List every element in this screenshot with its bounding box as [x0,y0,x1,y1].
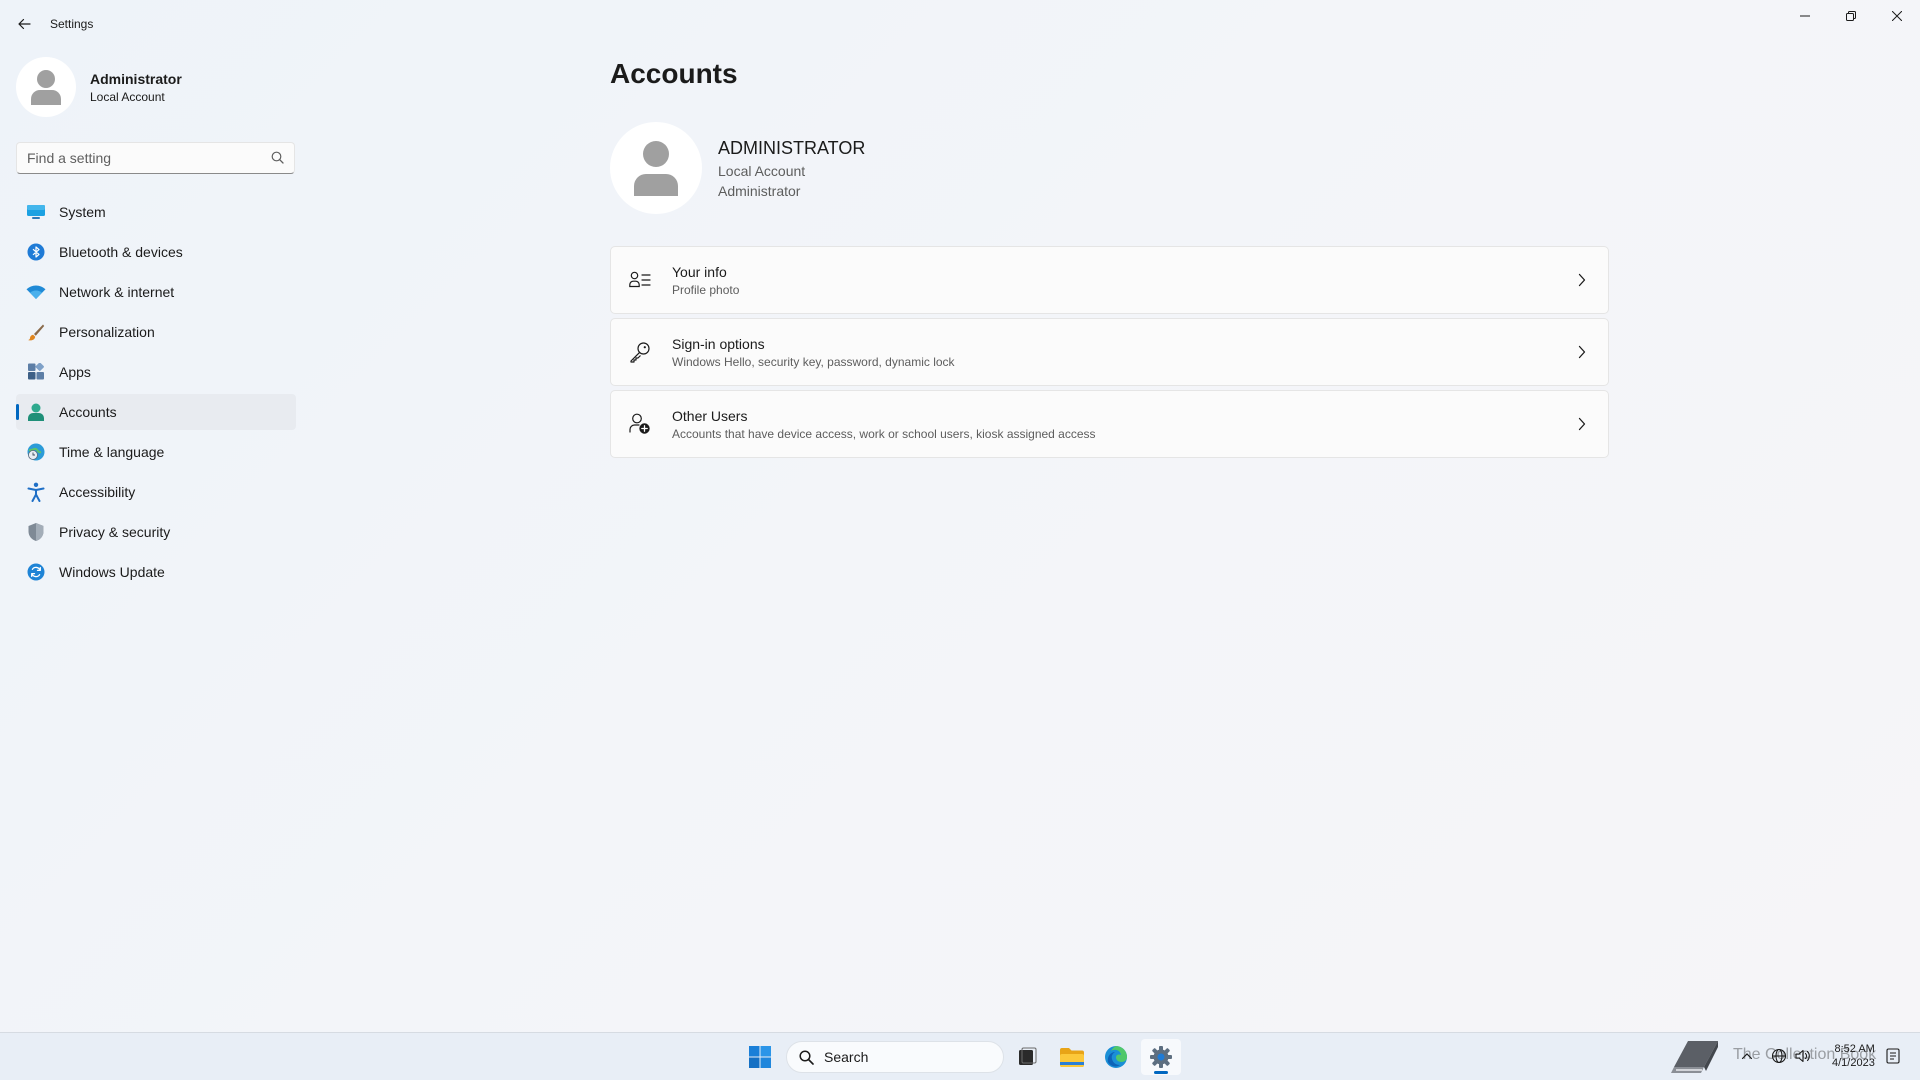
other-users-card[interactable]: Other Users Accounts that have device ac… [610,390,1609,458]
taskbar: Search The Collection Book 8:52 AM 4/1/2… [0,1032,1920,1080]
book-logo-icon [1671,1041,1718,1073]
setting-title: Your info [672,263,727,280]
settings-list: Your info Profile photo Sign-in options … [610,246,1609,462]
accessibility-icon [26,482,46,502]
sidebar-item-label: Personalization [59,324,155,340]
search-box[interactable] [16,142,295,174]
notification-icon[interactable] [1884,1047,1902,1065]
window-controls [1782,0,1920,32]
chevron-up-icon[interactable] [1738,1047,1756,1065]
profile-account-type: Local Account [90,89,165,104]
minimize-button[interactable] [1782,0,1828,32]
avatar [610,122,702,214]
folder-icon [1060,1048,1084,1067]
minimize-icon [1800,15,1810,17]
globe-clock-icon [26,442,46,462]
profile-name: Administrator [90,70,182,87]
bluetooth-icon [26,242,46,262]
start-button[interactable] [740,1039,780,1075]
restore-button[interactable] [1828,0,1874,32]
app-title: Settings [50,17,94,31]
sidebar-profile[interactable]: Administrator Local Account [16,57,182,117]
clock[interactable]: 8:52 AM 4/1/2023 [1832,1042,1875,1070]
sidebar-item-time-language[interactable]: Time & language [16,434,296,470]
user-name: ADMINISTRATOR [718,137,866,158]
settings-app-button[interactable] [1141,1039,1181,1075]
setting-title: Sign-in options [672,335,765,352]
sidebar-nav: System Bluetooth & devices Network & int… [16,194,296,594]
your-info-card[interactable]: Your info Profile photo [610,246,1609,314]
apps-icon [26,362,46,382]
clock-time: 8:52 AM [1834,1043,1875,1055]
brush-icon [26,322,46,342]
sidebar-item-system[interactable]: System [16,194,296,230]
sidebar-item-privacy-security[interactable]: Privacy & security [16,514,296,550]
sidebar-item-personalization[interactable]: Personalization [16,314,296,350]
sidebar-item-label: Accessibility [59,484,136,500]
sidebar-item-label: Apps [59,364,91,380]
user-silhouette-icon [634,141,678,196]
windows-logo-icon [749,1046,771,1068]
person-list-icon [628,268,652,292]
title-bar: Settings [0,0,1920,48]
clock-date: 4/1/2023 [1832,1057,1875,1069]
sidebar-item-accessibility[interactable]: Accessibility [16,474,296,510]
sidebar-item-label: Bluetooth & devices [59,244,183,260]
setting-subtitle: Profile photo [672,282,740,297]
sidebar-item-windows-update[interactable]: Windows Update [16,554,296,590]
setting-subtitle: Windows Hello, security key, password, d… [672,354,955,369]
user-silhouette-icon [31,70,61,105]
user-card: ADMINISTRATOR Local Account Administrato… [610,122,865,214]
sidebar-item-label: System [59,204,106,220]
sign-in-options-card[interactable]: Sign-in options Windows Hello, security … [610,318,1609,386]
back-arrow-icon [18,18,31,30]
shield-icon [26,522,46,542]
chevron-right-icon [1578,417,1586,431]
sidebar-item-label: Time & language [59,444,165,460]
sidebar-item-network[interactable]: Network & internet [16,274,296,310]
sidebar-item-bluetooth[interactable]: Bluetooth & devices [16,234,296,270]
gear-icon [1150,1046,1172,1068]
sidebar-item-label: Privacy & security [59,524,171,540]
sidebar-item-accounts[interactable]: Accounts [16,394,296,430]
volume-icon[interactable] [1794,1047,1812,1065]
task-view-icon [1019,1047,1037,1065]
page-title: Accounts [610,58,738,89]
edge-browser-icon [1105,1046,1127,1068]
sidebar-item-label: Accounts [59,404,117,420]
wifi-icon [26,282,46,302]
chevron-right-icon [1578,273,1586,287]
sidebar-item-label: Windows Update [59,564,165,580]
monitor-icon [26,202,46,222]
person-add-icon [628,412,652,436]
taskbar-search[interactable]: Search [786,1041,1004,1073]
search-input[interactable] [17,150,257,166]
sidebar-item-apps[interactable]: Apps [16,354,296,390]
taskbar-search-label: Search [824,1049,869,1065]
back-button[interactable] [12,12,36,36]
sidebar-item-label: Network & internet [59,284,175,300]
task-view-button[interactable] [1007,1039,1047,1075]
file-explorer-button[interactable] [1052,1039,1092,1075]
chevron-right-icon [1578,345,1586,359]
update-icon [26,562,46,582]
key-icon [628,340,652,364]
search-icon [799,1049,814,1065]
close-button[interactable] [1874,0,1920,32]
person-icon [26,402,46,422]
search-icon[interactable] [271,151,284,169]
network-globe-icon[interactable] [1770,1047,1788,1065]
avatar [16,57,76,117]
edge-browser-button[interactable] [1096,1039,1136,1075]
user-account-type: Local Account [718,162,806,179]
setting-title: Other Users [672,407,748,424]
close-icon [1892,11,1902,21]
setting-subtitle: Accounts that have device access, work o… [672,426,1096,441]
user-role: Administrator [718,182,801,199]
restore-icon [1846,11,1856,21]
